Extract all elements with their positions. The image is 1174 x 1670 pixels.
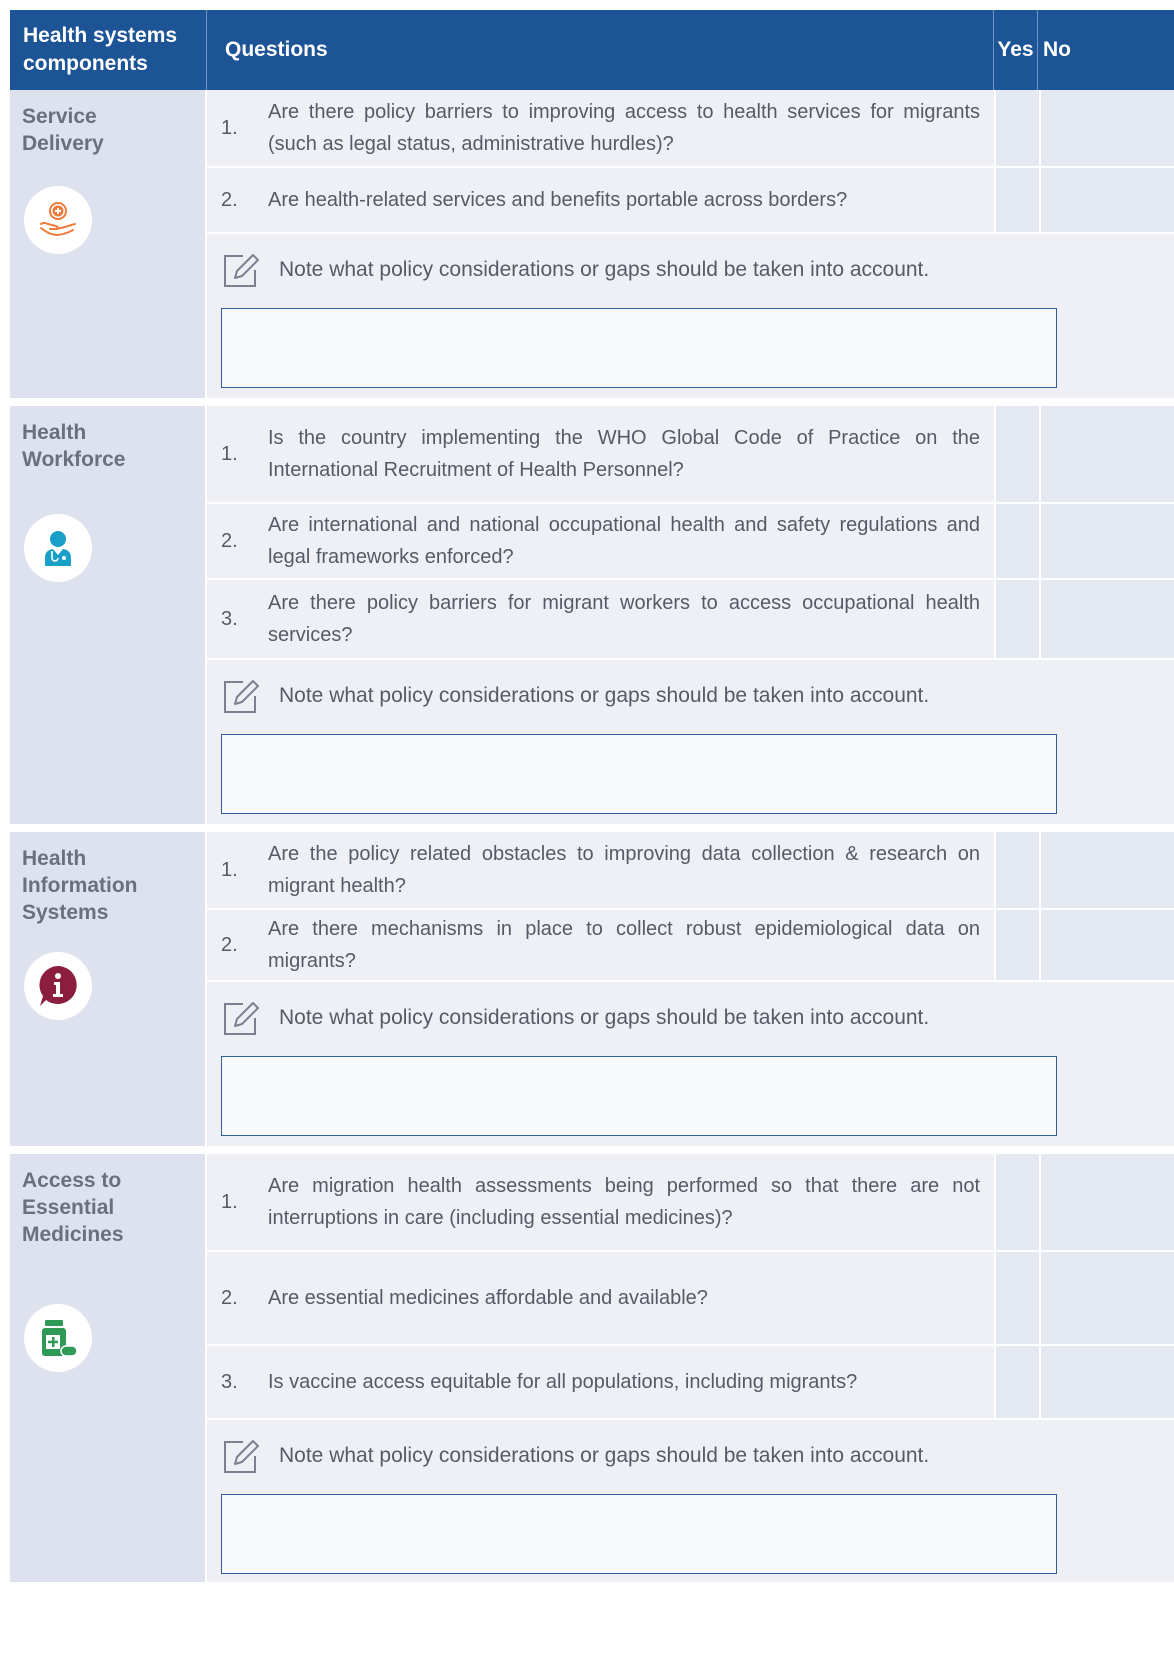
note-area: Note what policy considerations or gaps …: [207, 982, 1174, 1146]
header-components: Health systems components: [10, 10, 207, 90]
health-systems-table: Health systems components Questions Yes …: [10, 10, 1174, 1582]
question-number: 2.: [221, 934, 238, 956]
note-instruction: Note what policy considerations or gaps …: [279, 1444, 930, 1467]
question-number: 1.: [221, 859, 238, 881]
section-label-text: Health Information Systems: [22, 847, 138, 924]
question-text: Is vaccine access equitable for all popu…: [268, 1371, 858, 1393]
question-row: 2. Are essential medicines affordable and…: [207, 1252, 1174, 1346]
question-row: 2. Are health-related services and benefi…: [207, 168, 1174, 234]
question-text: Are international and national occupatio…: [268, 514, 980, 568]
yes-cell[interactable]: [994, 832, 1039, 908]
section-health-information-systems: Health Information Systems 1. Are the pol…: [10, 832, 1174, 1154]
medicine-bottle-icon: [24, 1304, 92, 1372]
yes-cell[interactable]: [994, 580, 1039, 658]
question-number: 3.: [221, 608, 238, 630]
yes-cell[interactable]: [994, 168, 1039, 232]
question-text: Is the country implementing the WHO Glob…: [268, 427, 980, 481]
question-text: Are there mechanisms in place to collect…: [268, 918, 980, 972]
table-header: Health systems components Questions Yes …: [10, 10, 1174, 90]
no-cell[interactable]: [1039, 1154, 1174, 1250]
section-label-text: Health Workforce: [22, 421, 126, 471]
yes-cell[interactable]: [994, 90, 1039, 166]
note-instruction: Note what policy considerations or gaps …: [279, 258, 930, 281]
section-label: Health Workforce: [10, 406, 207, 824]
question-text: Are there policy barriers to improving a…: [268, 101, 980, 155]
no-cell[interactable]: [1039, 90, 1174, 166]
question-row: 3. Are there policy barriers for migrant …: [207, 580, 1174, 660]
no-cell[interactable]: [1039, 580, 1174, 658]
information-icon: [24, 952, 92, 1020]
no-cell[interactable]: [1039, 168, 1174, 232]
yes-cell[interactable]: [994, 1252, 1039, 1344]
section-label: Access to Essential Medicines: [10, 1154, 207, 1582]
yes-cell[interactable]: [994, 910, 1039, 980]
yes-cell[interactable]: [994, 504, 1039, 578]
question-text: Are migration health assessments being p…: [268, 1175, 980, 1229]
note-instruction: Note what policy considerations or gaps …: [279, 1006, 930, 1029]
question-number: 1.: [221, 443, 238, 465]
header-no: No: [1043, 38, 1071, 61]
section-service-delivery: Service Delivery 1. Are there policy barr…: [10, 90, 1174, 406]
note-instruction: Note what policy considerations or gaps …: [279, 684, 930, 707]
question-row: 3. Is vaccine access equitable for all po…: [207, 1346, 1174, 1420]
notes-textbox[interactable]: [221, 1494, 1057, 1574]
section-access-to-essential-medicines: Access to Essential Medicines 1. Are migr…: [10, 1154, 1174, 1582]
question-number: 2.: [221, 530, 238, 552]
notes-textbox[interactable]: [221, 734, 1057, 814]
notes-textbox[interactable]: [221, 308, 1057, 388]
question-text: Are health-related services and benefits…: [268, 189, 848, 211]
question-number: 1.: [221, 1191, 238, 1213]
no-cell[interactable]: [1039, 1346, 1174, 1418]
pencil-icon: [224, 254, 259, 287]
no-cell[interactable]: [1039, 504, 1174, 578]
no-cell[interactable]: [1039, 406, 1174, 502]
question-number: 2.: [221, 189, 238, 211]
question-row: 1. Are there policy barriers to improving…: [207, 90, 1174, 168]
question-number: 2.: [221, 1287, 238, 1309]
header-yes: Yes: [994, 10, 1038, 90]
section-label: Service Delivery: [10, 90, 207, 398]
section-label-text: Access to Essential Medicines: [22, 1169, 124, 1246]
yes-cell[interactable]: [994, 1346, 1039, 1418]
question-number: 1.: [221, 117, 238, 139]
note-area: Note what policy considerations or gaps …: [207, 234, 1174, 398]
question-row: 2. Are international and national occupat…: [207, 504, 1174, 580]
question-text: Are there policy barriers for migrant wo…: [268, 592, 980, 646]
no-cell[interactable]: [1039, 832, 1174, 908]
question-row: 1. Are migration health assessments being…: [207, 1154, 1174, 1252]
header-questions: Questions: [207, 10, 994, 90]
pencil-icon: [224, 680, 259, 713]
yes-cell[interactable]: [994, 406, 1039, 502]
question-text: Are essential medicines affordable and a…: [268, 1287, 708, 1309]
health-worker-icon: [24, 514, 92, 582]
section-label-text: Service Delivery: [22, 105, 104, 155]
section-health-workforce: Health Workforce 1. Is the country implem…: [10, 406, 1174, 832]
no-cell[interactable]: [1039, 1252, 1174, 1344]
note-area: Note what policy considerations or gaps …: [207, 660, 1174, 824]
question-number: 3.: [221, 1371, 238, 1393]
note-area: Note what policy considerations or gaps …: [207, 1420, 1174, 1582]
pencil-icon: [224, 1440, 259, 1473]
question-text: Are the policy related obstacles to impr…: [268, 843, 980, 897]
no-cell[interactable]: [1039, 910, 1174, 980]
question-row: 1. Are the policy related obstacles to im…: [207, 832, 1174, 910]
section-label: Health Information Systems: [10, 832, 207, 1146]
pencil-icon: [224, 1002, 259, 1035]
notes-textbox[interactable]: [221, 1056, 1057, 1136]
hand-medical-cross-icon: [24, 186, 92, 254]
question-row: 1. Is the country implementing the WHO Gl…: [207, 406, 1174, 504]
yes-cell[interactable]: [994, 1154, 1039, 1250]
question-row: 2. Are there mechanisms in place to colle…: [207, 910, 1174, 982]
